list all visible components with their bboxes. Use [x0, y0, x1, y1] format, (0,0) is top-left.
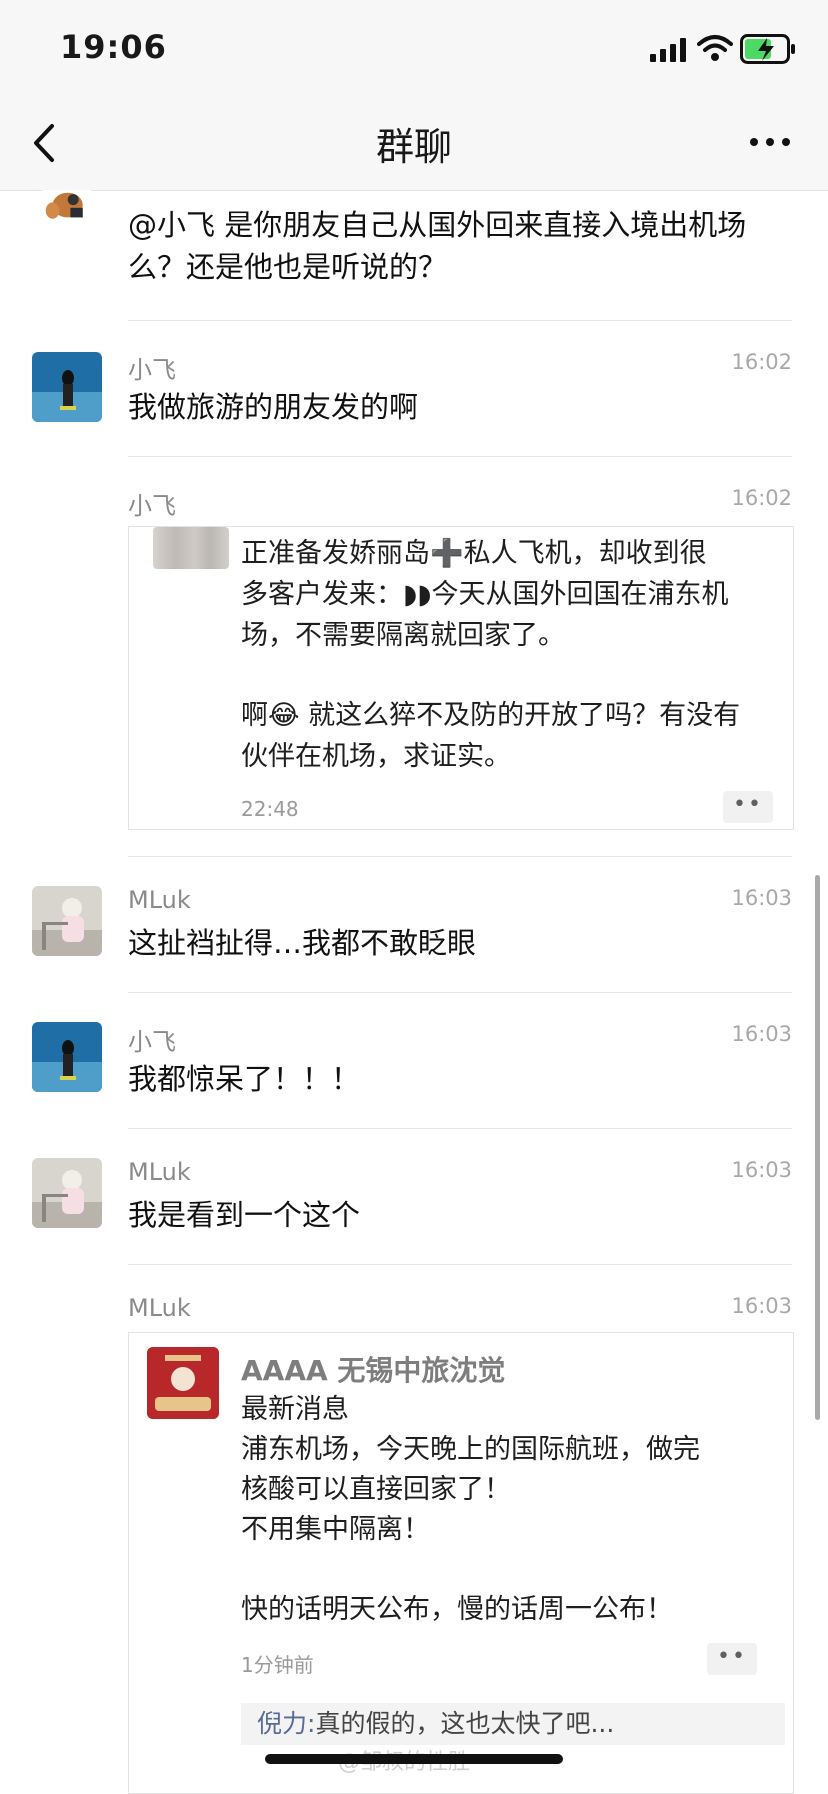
card-line: 场，不需要隔离就回家了。 — [241, 620, 565, 651]
message-time: 16:03 — [731, 886, 792, 910]
message-item: MLuk 16:03 我是看到一个这个 — [0, 1128, 828, 1264]
message-text: @小飞 是你朋友自己从国外回来直接入境出机场么？还是他也是听说的？ — [128, 208, 747, 284]
scrollbar[interactable] — [815, 875, 820, 1420]
card-line: 最新消息 — [241, 1394, 349, 1425]
comment-row: 倪力:真的假的，这也太快了吧... — [241, 1703, 785, 1745]
card-line: 不用集中隔离！ — [241, 1514, 430, 1545]
sender-name: MLuk — [128, 1294, 191, 1322]
card-time: 22:48 — [241, 797, 299, 821]
card-line: 啊😂 就这么猝不及防的开放了吗？有没有 — [241, 700, 741, 731]
comment-author[interactable]: 倪力: — [257, 1709, 315, 1738]
status-time: 19:06 — [60, 28, 167, 66]
avatar[interactable] — [32, 886, 102, 956]
wifi-icon — [697, 35, 733, 61]
message-text: 我都惊呆了！！！ — [128, 1062, 361, 1096]
message-time: 16:02 — [731, 486, 792, 510]
avatar[interactable] — [32, 1022, 102, 1092]
sender-name: MLuk — [128, 1158, 191, 1186]
message-item: MLuk 16:03 AAAA 无锡中旅沈觉 最新消息 浦东机场，今天晚上的国际… — [0, 1264, 828, 1794]
message-time: 16:03 — [731, 1294, 792, 1318]
message-time: 16:03 — [731, 1158, 792, 1182]
more-dots-icon: •• — [733, 792, 763, 817]
forwarded-moment-card[interactable]: 正准备发娇丽岛➕私人飞机，却收到很 多客户发来：◗◗今天从国外回国在浦东机 场，… — [128, 526, 794, 830]
home-indicator[interactable] — [265, 1754, 563, 1764]
message-text: 我做旅游的朋友发的啊 — [128, 390, 419, 424]
message-time: 16:02 — [731, 350, 792, 374]
card-line: 核酸可以直接回家了！ — [241, 1474, 511, 1505]
card-more-button[interactable]: •• — [723, 791, 773, 823]
message-text: 这扯裆扯得…我都不敢眨眼 — [128, 926, 477, 960]
cellular-signal-icon — [650, 38, 686, 62]
status-bar: 19:06 — [0, 0, 828, 96]
forwarded-moment-card[interactable]: AAAA 无锡中旅沈觉 最新消息 浦东机场，今天晚上的国际航班，做完 核酸可以直… — [128, 1332, 794, 1794]
avatar[interactable] — [32, 190, 102, 238]
poster-avatar — [147, 1347, 219, 1419]
sender-name: 小飞 — [128, 356, 176, 384]
avatar[interactable] — [32, 352, 102, 422]
avatar[interactable] — [32, 1158, 102, 1228]
message-item: MLuk 16:03 这扯裆扯得…我都不敢眨眼 — [0, 856, 828, 992]
card-line: 浦东机场，今天晚上的国际航班，做完 — [241, 1434, 700, 1465]
more-dots-icon: •• — [717, 1644, 747, 1669]
sender-name: 小飞 — [128, 1028, 176, 1056]
nav-bar: 群聊 — [0, 96, 828, 191]
chat-title: 群聊 — [375, 125, 452, 169]
card-line: 伙伴在机场，求证实。 — [241, 741, 511, 772]
message-time: 16:03 — [731, 1022, 792, 1046]
poster-avatar — [153, 527, 229, 569]
card-more-button[interactable]: •• — [707, 1643, 757, 1675]
sender-name: MLuk — [128, 886, 191, 914]
message-item: 小飞 16:02 我做旅游的朋友发的啊 — [0, 320, 828, 456]
comment-text: 真的假的，这也太快了吧... — [315, 1709, 615, 1738]
poster-name: AAAA 无锡中旅沈觉 — [241, 1354, 506, 1387]
message-item: @小飞 是你朋友自己从国外回来直接入境出机场么？还是他也是听说的？ — [0, 190, 828, 320]
message-item: 小飞 16:02 正准备发娇丽岛➕私人飞机，却收到很 多客户发来：◗◗今天从国外… — [0, 456, 828, 856]
card-line: 快的话明天公布，慢的话周一公布！ — [241, 1594, 673, 1625]
message-text: 我是看到一个这个 — [128, 1198, 361, 1232]
battery-charging-icon — [740, 34, 795, 64]
message-item: 小飞 16:03 我都惊呆了！！！ — [0, 992, 828, 1128]
sender-name: 小飞 — [128, 492, 176, 520]
card-line: 多客户发来：◗◗今天从国外回国在浦东机 — [241, 579, 729, 610]
card-time: 1分钟前 — [241, 1653, 314, 1677]
card-line: 正准备发娇丽岛➕私人飞机，却收到很 — [241, 538, 707, 569]
more-options-icon[interactable] — [748, 132, 792, 152]
